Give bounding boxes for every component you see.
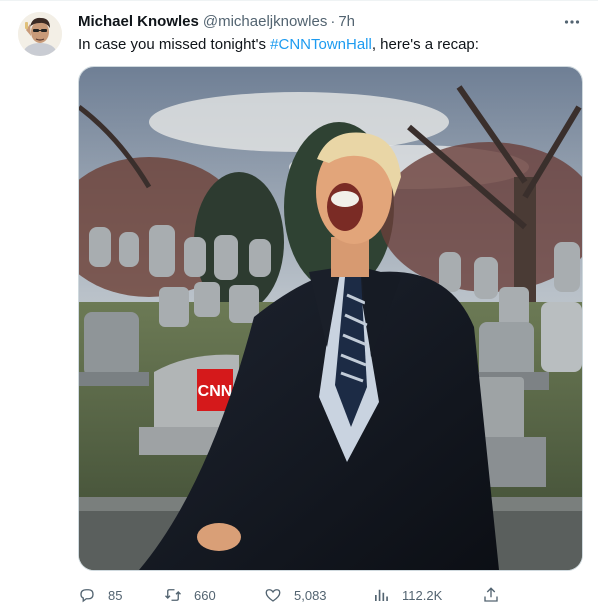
heart-icon	[265, 589, 281, 602]
like-button[interactable]: 5,083	[264, 580, 327, 610]
hashtag-link[interactable]: #CNNTownHall	[270, 36, 372, 53]
cnn-logo-text: CNN	[198, 383, 233, 400]
avatar[interactable]	[18, 12, 62, 56]
retweet-count: 660	[194, 587, 216, 603]
author-handle[interactable]: @michaeljknowles	[203, 12, 327, 32]
more-options-button[interactable]	[558, 10, 586, 34]
tweet-text-suffix: , here's a recap:	[371, 36, 479, 53]
divider	[0, 0, 598, 1]
tweet-card[interactable]: Michael Knowles @michaeljknowles · 7h In…	[0, 0, 598, 616]
tweet-action-bar: 85 660 5,083 112.2K	[78, 580, 583, 610]
views-button[interactable]: 112.2K	[372, 580, 442, 610]
author-display-name[interactable]: Michael Knowles	[78, 12, 199, 32]
like-count: 5,083	[294, 587, 327, 603]
reply-count: 85	[108, 587, 123, 603]
tweet-header: Michael Knowles @michaeljknowles · 7h	[78, 12, 355, 32]
reply-button[interactable]: 85	[78, 580, 122, 610]
tweet-media-image[interactable]: CNN	[78, 66, 583, 571]
share-button[interactable]	[482, 580, 500, 610]
header-separator: ·	[330, 13, 336, 30]
more-horizontal-icon	[564, 20, 580, 24]
avatar-portrait-icon	[18, 12, 62, 56]
views-count: 112.2K	[402, 587, 443, 603]
tweet-timestamp[interactable]: 7h	[338, 12, 355, 32]
media-photo: CNN	[79, 67, 582, 570]
share-icon	[484, 587, 498, 602]
retweet-button[interactable]: 660	[164, 580, 216, 610]
reply-icon	[80, 589, 94, 603]
views-icon	[375, 589, 388, 601]
tweet-text-prefix: In case you missed tonight's	[78, 36, 271, 53]
retweet-icon	[165, 589, 181, 601]
tweet-text: In case you missed tonight's #CNNTownHal…	[78, 35, 582, 55]
